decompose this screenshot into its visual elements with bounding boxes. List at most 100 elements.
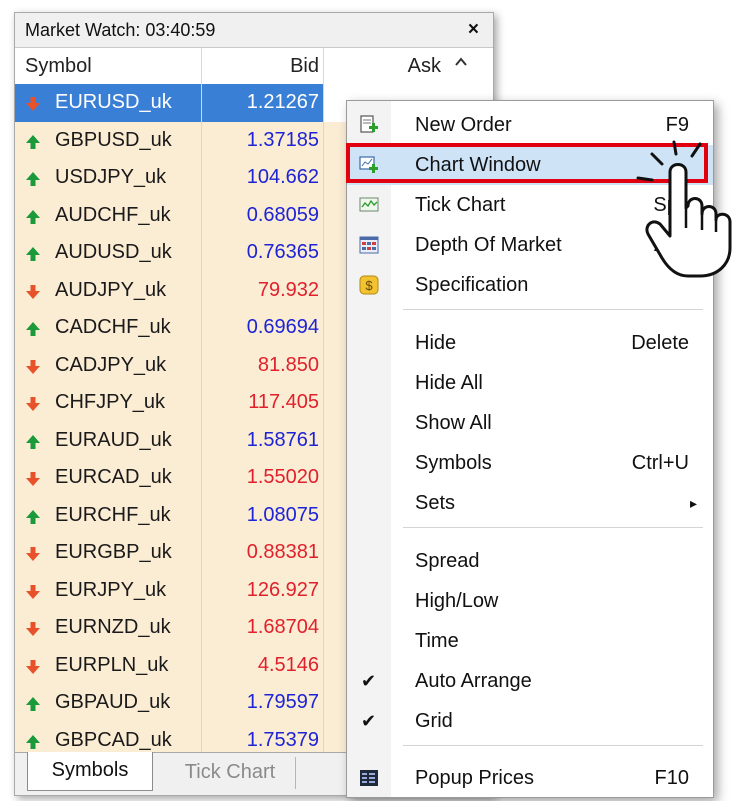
- cell-divider: [201, 721, 202, 752]
- bid-price: 0.76365: [246, 241, 319, 263]
- menu-item-label: Tick Chart: [415, 194, 506, 216]
- menu-item-time[interactable]: Time: [347, 621, 713, 661]
- cell-divider: [323, 84, 324, 122]
- column-symbol[interactable]: Symbol: [25, 48, 92, 84]
- symbol-name: CHFJPY_uk: [55, 391, 166, 413]
- symbol-name: USDJPY_uk: [55, 166, 167, 188]
- popup-prices-icon: [358, 767, 380, 789]
- checkmark-icon: ✔: [361, 711, 377, 731]
- svg-text:$: $: [365, 278, 373, 293]
- column-bid[interactable]: Bid: [203, 48, 319, 84]
- cell-divider: [323, 234, 324, 272]
- menu-item-new-order[interactable]: New Order F9: [347, 105, 713, 145]
- menu-item-hide-all[interactable]: Hide All: [347, 363, 713, 403]
- symbol-name: EURCAD_uk: [55, 466, 172, 488]
- bid-price: 117.405: [248, 391, 319, 413]
- cell-divider: [201, 121, 202, 159]
- symbol-name: GBPCAD_uk: [55, 728, 172, 751]
- menu-item-label: Popup Prices: [415, 767, 534, 789]
- cell-divider: [201, 571, 202, 609]
- symbol-name: GBPUSD_uk: [55, 128, 172, 151]
- bid-price: 4.5146: [257, 653, 319, 676]
- cell-divider: [323, 421, 324, 459]
- cell-divider: [323, 684, 324, 722]
- menu-item-popup-prices[interactable]: Popup Prices F10: [347, 758, 713, 797]
- symbol-name: EURNZD_uk: [55, 616, 171, 638]
- cell-divider: [201, 234, 202, 272]
- symbol-name: CADCHF_uk: [55, 316, 171, 338]
- checkmark-icon: ✔: [361, 671, 377, 691]
- column-ask[interactable]: Ask: [325, 48, 441, 84]
- menu-item-label: Chart Window: [415, 154, 541, 176]
- menu-item-label: Hide All: [415, 372, 483, 394]
- menu-item-auto-arrange[interactable]: ✔ Auto Arrange: [347, 661, 713, 701]
- price-down-arrow-icon: [25, 546, 41, 562]
- symbol-name: CADJPY_uk: [55, 353, 167, 376]
- bid-price: 81.850: [257, 353, 319, 376]
- title-bar: Market Watch: 03:40:59 ×: [15, 13, 493, 48]
- symbol-name: EURUSD_uk: [55, 91, 172, 113]
- price-down-arrow-icon: [25, 471, 41, 487]
- menu-item-label: Show All: [415, 412, 492, 434]
- cell-divider: [323, 121, 324, 159]
- symbol-name: GBPAUD_uk: [55, 691, 171, 713]
- menu-item-symbols[interactable]: Symbols Ctrl+U: [347, 443, 713, 483]
- chart-window-icon: [358, 154, 380, 176]
- menu-item-label: Grid: [415, 710, 453, 732]
- menu-item-label: Auto Arrange: [415, 670, 532, 692]
- menu-separator: [403, 309, 703, 310]
- cell-divider: [201, 459, 202, 497]
- cell-divider: [323, 459, 324, 497]
- cell-divider: [201, 496, 202, 534]
- cell-divider: [201, 421, 202, 459]
- scroll-up-icon[interactable]: [453, 54, 469, 75]
- price-up-arrow-icon: [25, 734, 41, 750]
- menu-item-sets[interactable]: Sets ▸: [347, 483, 713, 523]
- cell-divider: [323, 534, 324, 572]
- new-order-icon: [358, 114, 380, 136]
- menu-item-show-all[interactable]: Show All: [347, 403, 713, 443]
- cell-divider: [201, 534, 202, 572]
- symbol-name: EURCHF_uk: [55, 503, 171, 526]
- bid-price: 104.662: [246, 166, 319, 188]
- bid-price: 0.88381: [246, 541, 319, 563]
- pointing-hand-icon: [636, 140, 732, 278]
- menu-item-label: Time: [415, 630, 459, 652]
- bid-price: 126.927: [246, 578, 319, 601]
- price-up-arrow-icon: [25, 696, 41, 712]
- symbol-name: AUDCHF_uk: [55, 203, 171, 226]
- symbol-name: EURGBP_uk: [55, 541, 172, 563]
- price-down-arrow-icon: [25, 584, 41, 600]
- menu-item-label: Specification: [415, 274, 529, 296]
- price-up-arrow-icon: [25, 171, 41, 187]
- specification-icon: $: [358, 274, 380, 296]
- symbol-name: EURPLN_uk: [55, 653, 169, 676]
- symbol-name: EURJPY_uk: [55, 578, 167, 601]
- cell-divider: [323, 196, 324, 234]
- cell-divider: [323, 496, 324, 534]
- menu-item-label: Hide: [415, 332, 457, 354]
- menu-item-shortcut: Ctrl+U: [631, 452, 689, 474]
- cell-divider: [323, 571, 324, 609]
- menu-item-high-low[interactable]: High/Low: [347, 581, 713, 621]
- tab-symbols[interactable]: Symbols: [27, 752, 153, 791]
- menu-item-spread[interactable]: Spread: [347, 541, 713, 581]
- cell-divider: [323, 346, 324, 384]
- menu-item-shortcut: F9: [665, 114, 689, 136]
- close-icon[interactable]: ×: [468, 19, 479, 41]
- column-divider: [201, 48, 202, 84]
- bid-price: 0.68059: [246, 203, 319, 226]
- bid-price: 1.21267: [246, 91, 319, 113]
- submenu-arrow-icon: ▸: [689, 495, 697, 511]
- menu-item-grid[interactable]: ✔ Grid: [347, 701, 713, 741]
- tab-tick-chart[interactable]: Tick Chart: [165, 757, 296, 789]
- price-down-arrow-icon: [25, 396, 41, 412]
- menu-item-label: Depth Of Market: [415, 234, 562, 256]
- bid-price: 0.69694: [246, 316, 319, 338]
- menu-item-hide[interactable]: Hide Delete: [347, 323, 713, 363]
- price-up-arrow-icon: [25, 134, 41, 150]
- menu-item-label: High/Low: [415, 590, 499, 612]
- tick-chart-icon: [358, 194, 380, 216]
- cell-divider: [323, 384, 324, 422]
- price-up-arrow-icon: [25, 321, 41, 337]
